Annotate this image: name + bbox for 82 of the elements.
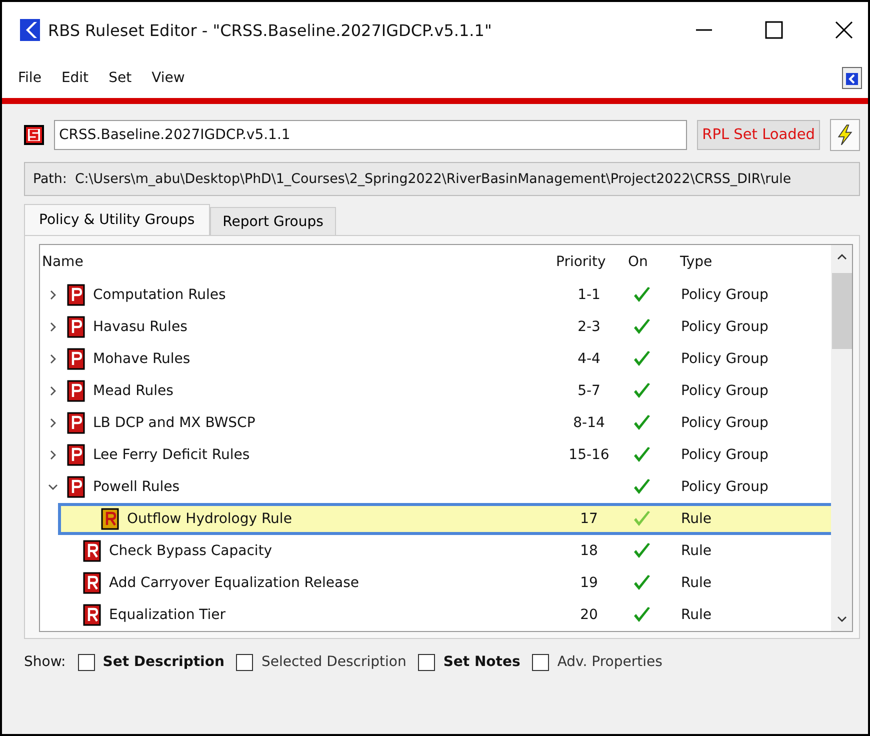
policy-group-icon: [67, 476, 85, 498]
ruleset-name-field[interactable]: CRSS.Baseline.2027IGDCP.v5.1.1: [54, 120, 688, 150]
rule-name: Equalization Tier: [109, 607, 226, 623]
checkbox[interactable]: [236, 654, 254, 670]
path-value: C:\Users\m_abu\Desktop\PhD\1_Courses\2_Spring2022\RiverBasinManagement\Project2022\CRSS_DIR\rule: [74, 172, 792, 186]
rule-name: Check Bypass Capacity: [109, 543, 272, 559]
rule-name: Computation Rules: [93, 287, 226, 303]
menu-item[interactable]: Set: [108, 70, 132, 86]
priority-cell-text: 18: [579, 543, 599, 559]
priority-cell-text: 1-1: [576, 287, 602, 303]
table-row[interactable]: LB DCP and MX BWSCP 8-14 Policy Group: [40, 407, 831, 439]
table-row[interactable]: Mead Rules 5-7 Policy Group: [40, 375, 831, 407]
rule-name: Havasu Rules: [93, 319, 188, 335]
type-cell-text: Policy Group: [680, 383, 770, 399]
policy-group-icon: [67, 444, 85, 466]
checkbox[interactable]: [78, 654, 95, 670]
rule-name: Add Carryover Equalization Release: [109, 575, 359, 591]
column-header[interactable]: Priority: [550, 254, 622, 270]
type-cell-text: Rule: [680, 607, 712, 623]
table-row[interactable]: Computation Rules 1-1 Policy Group: [40, 279, 831, 311]
checkbox-label: Selected Description: [261, 654, 406, 670]
path-label: Path:: [33, 172, 67, 186]
policy-group-icon: [67, 348, 85, 370]
window-title: RBS Ruleset Editor - "CRSS.Baseline.2027IGDCP.v5.1.1": [48, 20, 492, 40]
table-row[interactable]: Equalization Tier 20 Rule: [40, 599, 831, 631]
table-row[interactable]: Havasu Rules 2-3 Policy Group: [40, 311, 831, 343]
type-cell-text: Policy Group: [680, 479, 770, 495]
tab[interactable]: Policy & Utility Groups: [24, 204, 210, 236]
type-cell-text: Policy Group: [680, 447, 770, 463]
table-row[interactable]: Powell Rules Policy Group: [40, 471, 831, 503]
type-cell-text: Policy Group: [680, 351, 770, 367]
app-logo-icon: [20, 19, 40, 41]
window-icon[interactable]: [842, 67, 862, 89]
column-header[interactable]: On: [622, 254, 674, 270]
rule-name: Outflow Hydrology Rule: [127, 511, 292, 527]
column-header[interactable]: Name: [40, 254, 550, 270]
table-row[interactable]: Mohave Rules 4-4 Policy Group: [40, 343, 831, 375]
ruleset-icon: [24, 125, 44, 145]
show-label: Show:: [24, 654, 66, 670]
table-row[interactable]: Outflow Hydrology Rule 17 Rule: [58, 503, 831, 535]
priority-cell-text: 2-3: [576, 319, 602, 335]
table-row[interactable]: Add Carryover Equalization Release 19 Rule: [40, 567, 831, 599]
scrollbar[interactable]: [831, 244, 853, 632]
type-cell-text: Rule: [680, 543, 712, 559]
priority-cell-text: 19: [579, 575, 599, 591]
policy-group-icon: [67, 284, 85, 306]
rule-name: Powell Rules: [93, 479, 180, 495]
lightning-icon[interactable]: [830, 119, 860, 151]
menu-item[interactable]: File: [18, 70, 42, 86]
close-icon[interactable]: [834, 20, 854, 40]
priority-cell-text: 15-16: [568, 447, 610, 463]
checkbox-label: Adv. Properties: [557, 654, 662, 670]
type-cell-text: Policy Group: [680, 415, 770, 431]
policy-group-icon: [67, 412, 85, 434]
type-cell-text: Policy Group: [680, 287, 770, 303]
type-cell-text: Policy Group: [680, 319, 770, 335]
rule-name: Mead Rules: [93, 383, 174, 399]
priority-cell-text: 17: [579, 511, 599, 527]
menu-item[interactable]: View: [152, 70, 185, 86]
checkbox-label: Set Description: [102, 654, 224, 670]
priority-cell-text: 20: [579, 607, 599, 623]
priority-cell-text: 4-4: [576, 351, 602, 367]
priority-cell-text: 8-14: [572, 415, 606, 431]
checkbox-label: Set Notes: [443, 654, 520, 670]
rule-name: LB DCP and MX BWSCP: [93, 415, 256, 431]
policy-group-icon: [67, 316, 85, 338]
type-cell-text: Rule: [680, 575, 712, 591]
menu-item[interactable]: Edit: [61, 70, 89, 86]
checkbox[interactable]: [418, 654, 436, 670]
tab[interactable]: Report Groups: [210, 207, 336, 236]
scroll-thumb[interactable]: [832, 273, 852, 349]
priority-cell-text: 5-7: [576, 383, 602, 399]
type-cell-text: Rule: [680, 511, 712, 527]
table-row[interactable]: Check Bypass Capacity 18 Rule: [40, 535, 831, 567]
column-header[interactable]: Type: [674, 254, 831, 270]
rule-name: Mohave Rules: [93, 351, 190, 367]
checkbox[interactable]: [532, 654, 550, 670]
maximize-icon[interactable]: [764, 20, 784, 40]
status-label: RPL Set Loaded: [697, 120, 820, 150]
policy-group-icon: [67, 380, 85, 402]
table-row[interactable]: Lee Ferry Deficit Rules 15-16 Policy Group: [40, 439, 831, 471]
rule-name: Lee Ferry Deficit Rules: [93, 447, 250, 463]
